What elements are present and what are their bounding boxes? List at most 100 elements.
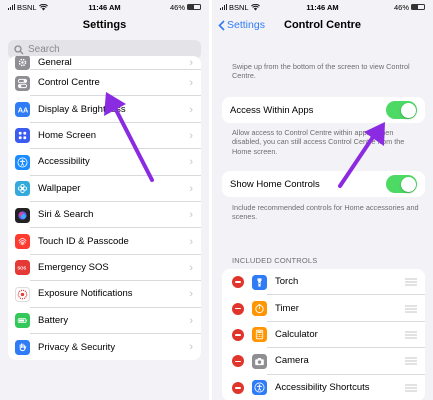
siri-icon	[15, 207, 30, 223]
status-time: 11:46 AM	[88, 2, 121, 12]
search-placeholder: Search	[28, 44, 60, 55]
page-title: Control Centre	[284, 19, 361, 31]
access-within-apps-row: Access Within Apps	[222, 97, 425, 123]
intro-text: Swipe up from the bottom of the screen t…	[232, 62, 410, 81]
chevron-right-icon: ›	[189, 288, 193, 301]
chevron-right-icon: ›	[189, 129, 193, 142]
chevron-right-icon: ›	[189, 156, 193, 169]
fingerprint-icon	[15, 234, 30, 250]
chevron-right-icon: ›	[189, 235, 193, 248]
show-home-controls-toggle[interactable]	[386, 175, 417, 193]
settings-row-wallpaper[interactable]: Wallpaper ›	[8, 176, 201, 202]
control-row-camera: Camera	[222, 348, 425, 375]
control-row-accessibility-shortcuts: Accessibility Shortcuts	[222, 375, 425, 400]
show-home-controls-label: Show Home Controls	[230, 178, 320, 190]
aa-icon: AA	[15, 102, 30, 118]
settings-row-label: Home Screen	[30, 123, 201, 150]
control-row-timer: Timer	[222, 295, 425, 322]
chevron-right-icon: ›	[189, 209, 193, 222]
svg-text:SOS: SOS	[17, 266, 26, 271]
control-centre-screen: BSNL 11:46 AM 46% Settings Control Centr…	[212, 0, 433, 400]
control-row-label: Accessibility Shortcuts	[275, 382, 370, 394]
battery-icon	[187, 4, 201, 10]
control-row-label: Timer	[267, 295, 425, 322]
chevron-right-icon: ›	[189, 182, 193, 195]
remove-button[interactable]	[232, 328, 244, 341]
settings-row-siri-search[interactable]: Siri & Search ›	[8, 202, 201, 229]
svg-text:AA: AA	[18, 106, 28, 115]
chevron-left-icon	[218, 19, 225, 31]
settings-row-exposure-notifications[interactable]: Exposure Notifications ›	[8, 281, 201, 308]
settings-row-label: Accessibility	[30, 149, 201, 176]
camera-icon	[252, 353, 267, 369]
nav-bar: Settings Control Centre	[212, 14, 433, 36]
access-within-apps-toggle[interactable]	[386, 101, 417, 119]
remove-button[interactable]	[232, 302, 244, 315]
settings-list: General › Control Centre › AA Display & Brigh…	[8, 56, 201, 361]
hand-icon	[15, 339, 30, 355]
accessibility-icon	[15, 154, 30, 170]
chevron-right-icon: ›	[189, 314, 193, 327]
access-within-apps-label: Access Within Apps	[230, 104, 314, 116]
grid-icon	[15, 128, 30, 144]
remove-button[interactable]	[232, 381, 244, 394]
control-row-calculator: Calculator	[222, 322, 425, 349]
reorder-handle-icon[interactable]	[405, 382, 417, 393]
gear-icon	[15, 56, 30, 70]
settings-row-label: Battery	[30, 308, 201, 334]
reorder-handle-icon[interactable]	[405, 356, 417, 367]
access-within-apps-description: Allow access to Control Centre within ap…	[232, 128, 405, 156]
settings-row-label: Exposure Notifications	[30, 281, 201, 308]
battery-icon	[411, 4, 425, 10]
control-row-torch: Torch	[222, 269, 425, 296]
chevron-right-icon: ›	[189, 77, 193, 90]
settings-row-label: Siri & Search	[30, 202, 201, 229]
chevron-right-icon: ›	[189, 103, 193, 116]
remove-button[interactable]	[232, 276, 244, 289]
control-row-label: Torch	[267, 269, 425, 296]
exposure-icon	[15, 286, 30, 302]
flower-icon	[15, 181, 30, 197]
status-time: 11:46 AM	[306, 2, 339, 12]
settings-row-display-brightness[interactable]: AA Display & Brightness ›	[8, 96, 201, 123]
settings-row-home-screen[interactable]: Home Screen ›	[8, 123, 201, 150]
settings-row-touch-id-passcode[interactable]: Touch ID & Passcode ›	[8, 228, 201, 255]
control-row-label: Camera	[267, 348, 425, 375]
included-controls-header: INCLUDED CONTROLS	[232, 256, 318, 265]
settings-screen: BSNL 11:46 AM 46% Settings Search Genera…	[0, 0, 209, 400]
show-home-controls-row: Show Home Controls	[222, 171, 425, 197]
settings-row-label: Privacy & Security	[38, 341, 116, 353]
settings-row-label: Wallpaper	[30, 176, 201, 202]
remove-button[interactable]	[232, 355, 244, 368]
back-label: Settings	[227, 19, 265, 31]
settings-row-label: Display & Brightness	[30, 96, 201, 123]
status-bar: BSNL 11:46 AM 46%	[212, 0, 433, 14]
page-title: Settings	[82, 19, 127, 31]
settings-row-battery[interactable]: Battery ›	[8, 308, 201, 334]
included-controls-list: Torch Timer Calculator Camera Accessibility …	[222, 269, 425, 400]
accessibility-icon	[252, 380, 267, 396]
reorder-handle-icon[interactable]	[405, 277, 417, 288]
back-button[interactable]: Settings	[218, 14, 265, 36]
settings-row-label: Emergency SOS	[30, 255, 201, 282]
settings-row-general[interactable]: General ›	[8, 56, 201, 70]
sos-icon: SOS	[15, 260, 30, 276]
settings-row-label: Control Centre	[30, 70, 201, 97]
search-icon	[14, 44, 24, 54]
settings-row-accessibility[interactable]: Accessibility ›	[8, 149, 201, 176]
control-row-label: Calculator	[267, 322, 425, 349]
battery-icon	[15, 313, 30, 329]
chevron-right-icon: ›	[189, 57, 193, 69]
settings-row-privacy-security[interactable]: Privacy & Security ›	[8, 334, 201, 360]
show-home-controls-description: Include recommended controls for Home ac…	[232, 203, 419, 222]
reorder-handle-icon[interactable]	[405, 303, 417, 314]
reorder-handle-icon[interactable]	[405, 329, 417, 340]
timer-icon	[252, 301, 267, 317]
chevron-right-icon: ›	[189, 341, 193, 354]
switches-icon	[15, 75, 30, 91]
settings-row-control-centre[interactable]: Control Centre ›	[8, 70, 201, 97]
torch-icon	[252, 274, 267, 290]
status-bar: BSNL 11:46 AM 46%	[0, 0, 209, 14]
settings-row-emergency-sos[interactable]: SOS Emergency SOS ›	[8, 255, 201, 282]
settings-row-label: General	[30, 56, 201, 70]
